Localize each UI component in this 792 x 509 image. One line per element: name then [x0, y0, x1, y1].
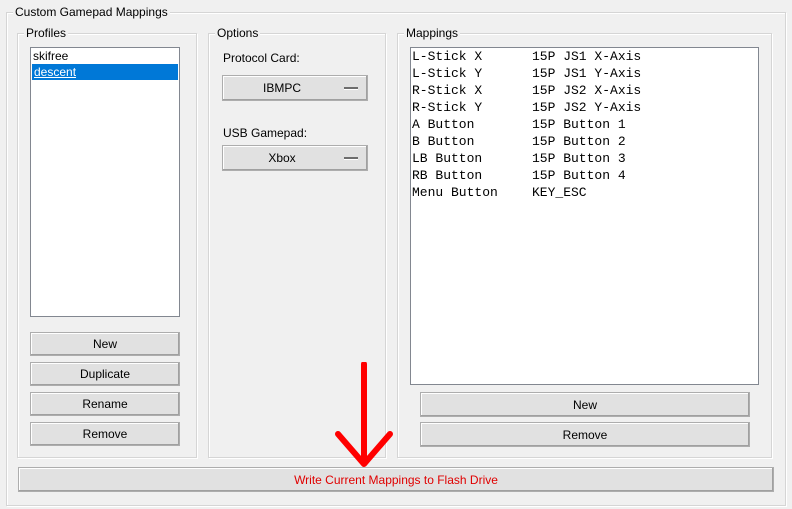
profile-item-skifree[interactable]: skifree — [31, 48, 179, 64]
mapping-input: R-Stick Y — [412, 100, 483, 115]
profile-remove-button[interactable]: Remove — [30, 422, 180, 446]
mapping-row[interactable]: R-Stick Y 15P JS2 Y-Axis — [411, 99, 758, 116]
usb-gamepad-select[interactable]: Xbox — [222, 145, 368, 171]
mapping-input: L-Stick X — [412, 49, 483, 64]
mapping-output: 15P Button 2 — [532, 134, 626, 149]
profile-list[interactable]: skifree descent — [30, 47, 180, 317]
profile-rename-button[interactable]: Rename — [30, 392, 180, 416]
mapping-output: KEY_ESC — [532, 185, 587, 200]
dropdown-indicator-icon — [344, 157, 358, 160]
mapping-input: A Button — [412, 117, 475, 132]
mapping-output: 15P Button 1 — [532, 117, 626, 132]
mapping-input: R-Stick X — [412, 83, 483, 98]
mappings-title: Mappings — [404, 26, 461, 40]
profile-item-descent[interactable]: descent — [32, 64, 178, 80]
mapping-row[interactable]: A Button 15P Button 1 — [411, 116, 758, 133]
dropdown-indicator-icon — [344, 87, 358, 90]
protocol-card-label: Protocol Card: — [223, 51, 300, 65]
protocol-card-value: IBMPC — [262, 81, 301, 95]
mapping-output: 15P JS1 Y-Axis — [532, 66, 642, 81]
write-mappings-button[interactable]: Write Current Mappings to Flash Drive — [18, 467, 774, 492]
mapping-input: Menu Button — [412, 185, 498, 200]
usb-gamepad-value: Xbox — [268, 151, 296, 165]
mapping-input: RB Button — [412, 168, 483, 183]
mapping-input: L-Stick Y — [412, 66, 483, 81]
mapping-row[interactable]: L-Stick Y 15P JS1 Y-Axis — [411, 65, 758, 82]
mapping-input: B Button — [412, 134, 475, 149]
mapping-row[interactable]: Menu Button KEY_ESC — [411, 184, 758, 201]
mapping-new-button[interactable]: New — [420, 392, 750, 417]
mapping-output: 15P JS2 X-Axis — [532, 83, 642, 98]
mapping-output: 15P JS1 X-Axis — [532, 49, 642, 64]
profile-new-button[interactable]: New — [30, 332, 180, 356]
mapping-input: LB Button — [412, 151, 483, 166]
mapping-remove-button[interactable]: Remove — [420, 422, 750, 447]
usb-gamepad-label: USB Gamepad: — [223, 126, 308, 140]
mapping-row[interactable]: RB Button 15P Button 4 — [411, 167, 758, 184]
options-title: Options — [215, 26, 261, 40]
mapping-output: 15P JS2 Y-Axis — [532, 100, 642, 115]
custom-gamepad-mappings-title: Custom Gamepad Mappings — [13, 5, 170, 19]
protocol-card-select[interactable]: IBMPC — [222, 75, 368, 101]
profile-duplicate-button[interactable]: Duplicate — [30, 362, 180, 386]
profiles-title: Profiles — [24, 26, 69, 40]
mapping-row[interactable]: B Button 15P Button 2 — [411, 133, 758, 150]
mapping-row[interactable]: LB Button 15P Button 3 — [411, 150, 758, 167]
mapping-row[interactable]: L-Stick X 15P JS1 X-Axis — [411, 48, 758, 65]
mapping-output: 15P Button 3 — [532, 151, 626, 166]
mapping-row[interactable]: R-Stick X 15P JS2 X-Axis — [411, 82, 758, 99]
mapping-list[interactable]: L-Stick X 15P JS1 X-Axis L-Stick Y 15P JS1… — [410, 47, 759, 385]
mapping-output: 15P Button 4 — [532, 168, 626, 183]
